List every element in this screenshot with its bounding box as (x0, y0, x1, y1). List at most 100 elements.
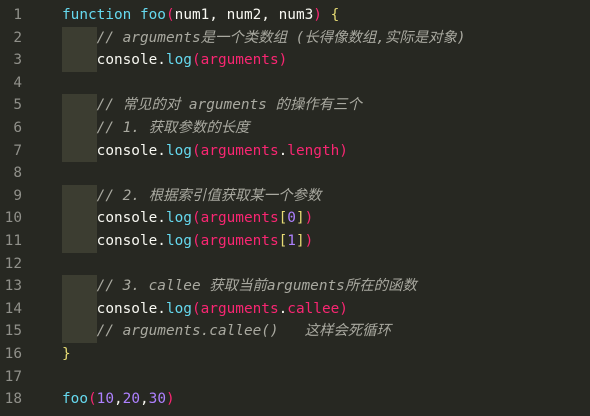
code-line[interactable]: 1 function foo(num1, num2, num3) { (0, 4, 590, 27)
line-number: 11 (4, 232, 22, 249)
code-token: ( (191, 210, 201, 227)
code-text: console.log(arguments[0]) (62, 207, 314, 230)
code-token: callee (287, 300, 340, 317)
code-token: ( (191, 232, 201, 249)
code-token: console. (62, 300, 166, 317)
code-line[interactable]: 7 console.log(arguments.length) (0, 139, 590, 163)
line-number: 7 (13, 142, 22, 159)
line-number: 18 (4, 391, 22, 408)
code-text: // arguments.callee() 这样会死循环 (62, 320, 391, 343)
code-token: console. (62, 210, 166, 227)
code-token: . (278, 300, 288, 317)
code-token: console. (62, 142, 166, 159)
code-text: console.log(arguments[1]) (62, 230, 314, 253)
line-number: 4 (13, 74, 22, 91)
code-token: foo (139, 7, 166, 23)
code-token: ) (166, 391, 175, 408)
code-token: ) (304, 232, 314, 249)
line-number: 8 (13, 165, 22, 182)
code-token: ) (313, 7, 322, 23)
code-line[interactable]: 10 console.log(arguments[0]) (0, 207, 590, 230)
code-text: // 常见的对 arguments 的操作有三个 (62, 94, 362, 117)
code-line[interactable]: 5 // 常见的对 arguments 的操作有三个 (0, 94, 590, 117)
code-token: log (165, 232, 192, 249)
code-token: , (140, 391, 149, 408)
code-token: arguments (200, 300, 279, 317)
code-token: arguments (200, 210, 279, 227)
code-text: // 1. 获取参数的长度 (62, 117, 250, 140)
code-line[interactable]: 6 // 1. 获取参数的长度 (0, 116, 590, 140)
code-text: console.log(arguments.callee) (62, 298, 348, 321)
line-number: 3 (13, 52, 22, 69)
line-number: 1 (13, 7, 22, 23)
line-number: 14 (4, 300, 22, 317)
code-token: } (62, 345, 71, 362)
line-number: 17 (4, 368, 22, 385)
code-line[interactable]: 13 // 3. callee 获取当前arguments所在的函数 (0, 275, 590, 298)
code-token: 30 (148, 391, 166, 408)
code-token: ( (165, 7, 175, 23)
code-token: ( (191, 300, 201, 317)
line-number: 16 (4, 345, 22, 362)
code-line[interactable]: 8 (0, 162, 590, 185)
code-token: arguments (200, 232, 279, 249)
code-line[interactable]: 11 console.log(arguments[1]) (0, 229, 590, 253)
line-number: 5 (13, 97, 22, 114)
code-token: [ (278, 210, 288, 227)
code-token: , (114, 391, 123, 408)
code-token: ( (191, 142, 201, 159)
code-line[interactable]: 4 (0, 72, 590, 95)
code-token: 10 (96, 391, 114, 408)
code-token: function (62, 7, 132, 23)
code-token: arguments (200, 52, 279, 69)
code-token: // 3. callee 获取当前arguments所在的函数 (62, 278, 417, 295)
code-line[interactable]: 14 console.log(arguments.callee) (0, 297, 590, 321)
code-token: console. (62, 232, 166, 249)
code-token: ) (278, 52, 288, 69)
code-token: // 2. 根据索引值获取某一个参数 (62, 187, 322, 204)
code-token: length (287, 142, 340, 159)
code-token: log (165, 52, 192, 69)
code-text: console.log(arguments.length) (62, 140, 348, 163)
code-line[interactable]: 9 // 2. 根据索引值获取某一个参数 (0, 184, 590, 208)
code-line[interactable]: 17 (0, 366, 590, 389)
code-line[interactable]: 12 (0, 253, 590, 276)
line-number: 13 (4, 278, 22, 295)
code-token: // arguments.callee() 这样会死循环 (62, 323, 391, 340)
code-line[interactable]: 16} (0, 343, 590, 366)
code-text: // 2. 根据索引值获取某一个参数 (62, 185, 322, 208)
code-editor[interactable]: 1 function foo(num1, num2, num3) {2 // ar… (0, 4, 590, 416)
code-token: log (165, 210, 192, 227)
code-token: 20 (122, 391, 140, 408)
code-token: [ (278, 232, 288, 249)
line-number: 9 (13, 187, 22, 204)
code-token: foo (62, 391, 88, 408)
code-token: 0 (287, 210, 296, 227)
code-token: console. (62, 52, 166, 69)
code-text: // 3. callee 获取当前arguments所在的函数 (62, 275, 417, 298)
code-token: ) (339, 142, 348, 159)
code-line[interactable]: 15 // arguments.callee() 这样会死循环 (0, 320, 590, 343)
code-line[interactable]: 2 // arguments是一个类数组 (长得像数组,实际是对象) (0, 26, 590, 50)
line-number: 12 (4, 255, 22, 272)
code-line[interactable]: 18 foo(10,20,30) (0, 388, 590, 411)
code-line[interactable]: 3 console.log(arguments) (0, 49, 590, 72)
code-token: num1, num2, num3 (174, 7, 314, 23)
code-text: function foo(num1, num2, num3) { (62, 4, 339, 27)
line-number: 10 (4, 210, 22, 227)
code-token: log (165, 142, 192, 159)
code-token: // arguments是一个类数组 (长得像数组,实际是对象) (62, 29, 466, 46)
line-number: 6 (13, 119, 22, 136)
code-text: console.log(arguments) (62, 49, 288, 72)
code-token: ) (304, 210, 314, 227)
code-token: arguments (200, 142, 279, 159)
code-token: ) (339, 300, 348, 317)
code-text: } (62, 343, 71, 366)
code-text: foo(10,20,30) (62, 388, 175, 411)
code-token: ( (88, 391, 97, 408)
code-token: ] (295, 232, 305, 249)
code-text: // arguments是一个类数组 (长得像数组,实际是对象) (62, 27, 466, 50)
line-number: 2 (13, 29, 22, 46)
